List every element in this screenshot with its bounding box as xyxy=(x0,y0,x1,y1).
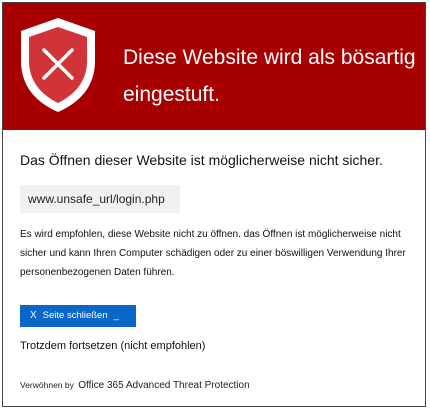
recommendation-text: Es wird empfohlen, diese Website nicht z… xyxy=(20,229,406,278)
close-page-button[interactable]: X Seite schließen _ xyxy=(20,305,136,327)
footer-product: Office 365 Advanced Threat Protection xyxy=(78,380,250,391)
close-page-label: Seite schließen xyxy=(42,310,108,321)
close-page-trailing: _ xyxy=(113,310,119,321)
page-title: Diese Website wird als bösartig eingestu… xyxy=(123,46,416,106)
warning-page: Diese Website wird als bösartig eingestu… xyxy=(2,2,426,407)
blocked-url: www.unsafe_url/login.php xyxy=(20,185,180,213)
close-icon: X xyxy=(30,310,37,321)
shield-x-icon xyxy=(21,18,95,112)
warning-message: Das Öffnen dieser Website ist möglicherw… xyxy=(20,152,383,168)
danger-banner: Diese Website wird als bösartig eingestu… xyxy=(3,3,425,130)
footer-prefix: Verwöhnen by xyxy=(20,380,74,390)
footer: Verwöhnen by Office 365 Advanced Threat … xyxy=(20,380,250,391)
continue-anyway-link[interactable]: Trotzdem fortsetzen (nicht empfohlen) xyxy=(20,340,205,352)
